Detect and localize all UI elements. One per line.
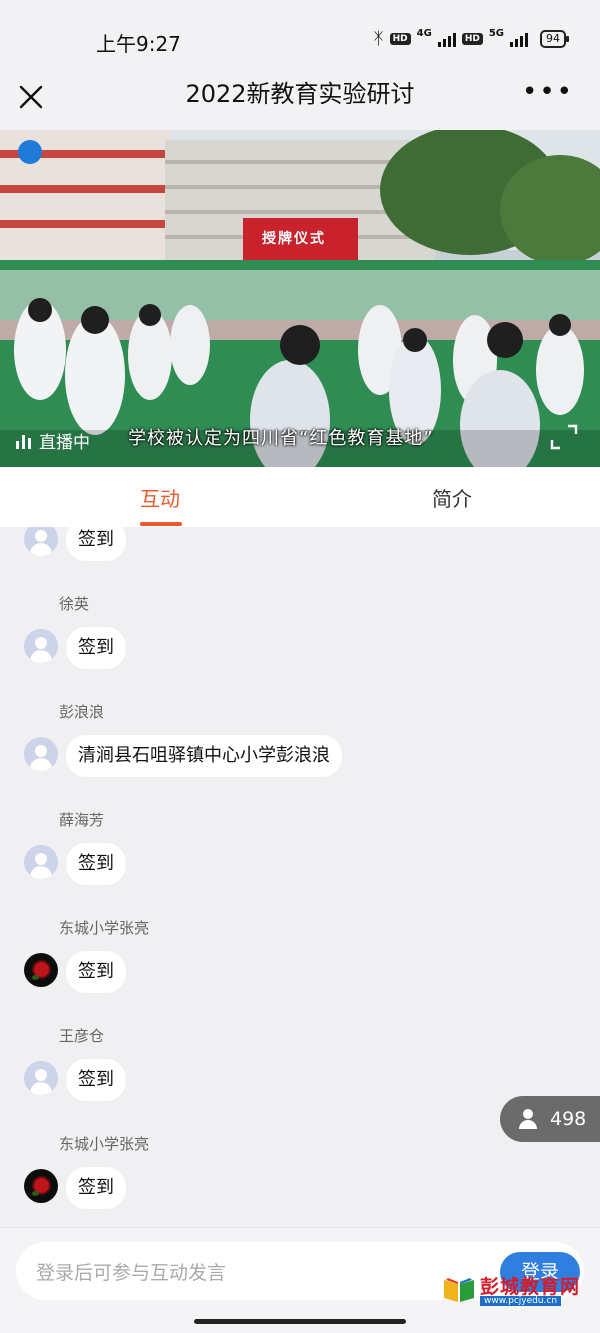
message-bubble: 清涧县石咀驿镇中心小学彭浪浪: [66, 735, 342, 777]
home-indicator[interactable]: [194, 1319, 406, 1324]
battery-icon: 94: [540, 30, 569, 48]
message-bubble: 签到: [66, 627, 126, 669]
network-type-label: 4G: [416, 27, 432, 39]
avatar[interactable]: [24, 845, 58, 879]
online-count: 498: [550, 1108, 587, 1130]
tab-bar: 互动 简介: [0, 467, 600, 527]
tab-active-indicator: [140, 522, 182, 526]
video-player[interactable]: 授牌仪式: [0, 130, 600, 467]
avatar[interactable]: [24, 1169, 58, 1203]
status-icons: ᛡ HD 4G HD 5G 94: [373, 27, 569, 49]
nav-bar: 2022新教育实验研讨 •••: [0, 79, 600, 130]
avatar[interactable]: [24, 737, 58, 771]
message-bubble: 签到: [66, 1059, 126, 1101]
tab-intro[interactable]: 简介: [432, 483, 472, 512]
more-icon[interactable]: •••: [522, 79, 574, 105]
sender-name: 徐英: [59, 595, 90, 613]
message-bubble: 签到: [66, 843, 126, 885]
signal-icon: [437, 31, 456, 47]
comment-input-placeholder: 登录后可参与互动发言: [36, 1262, 227, 1284]
live-label: 直播中: [39, 433, 90, 453]
sender-name: 薛海芳: [59, 811, 105, 829]
video-subtitle: 学校被认定为四川省“红色教育基地”: [128, 428, 434, 449]
watermark-text: 彭城教育网: [480, 1276, 581, 1298]
sender-name: 东城小学张亮: [59, 919, 150, 937]
tab-interaction[interactable]: 互动: [140, 483, 180, 512]
watermark: 彭城教育网 www.pcjyedu.cn: [440, 1272, 590, 1312]
avatar[interactable]: [24, 629, 58, 663]
user-icon: [518, 1109, 538, 1129]
book-logo-icon: [444, 1278, 474, 1302]
avatar[interactable]: [24, 527, 58, 556]
sender-name: 王彦仓: [59, 1027, 105, 1045]
message-bubble: 签到: [66, 951, 126, 993]
live-icon: [16, 433, 31, 449]
avatar[interactable]: [24, 953, 58, 987]
video-frame: [0, 130, 600, 467]
live-badge: 直播中: [16, 428, 90, 453]
hd-badge: HD: [461, 33, 483, 45]
message-bubble: 签到: [66, 527, 126, 561]
hd-badge: HD: [389, 33, 411, 45]
message-bubble: 签到: [66, 1167, 126, 1209]
fullscreen-icon[interactable]: [550, 424, 578, 450]
watermark-url: www.pcjyedu.cn: [480, 1296, 562, 1306]
bluetooth-icon: ᛡ: [373, 29, 384, 49]
video-banner-text: 授牌仪式: [262, 231, 326, 247]
status-bar: 上午9:27 ᛡ HD 4G HD 5G 94: [0, 0, 600, 80]
signal-icon: [510, 31, 528, 47]
sender-name: 东城小学张亮: [59, 1135, 150, 1153]
status-time: 上午9:27: [96, 32, 181, 56]
sender-name: 彭浪浪: [59, 703, 105, 721]
avatar[interactable]: [24, 1061, 58, 1095]
online-count-badge[interactable]: 498: [500, 1096, 600, 1142]
network-type-label: 5G: [488, 27, 504, 39]
page-title: 2022新教育实验研讨: [185, 80, 415, 108]
